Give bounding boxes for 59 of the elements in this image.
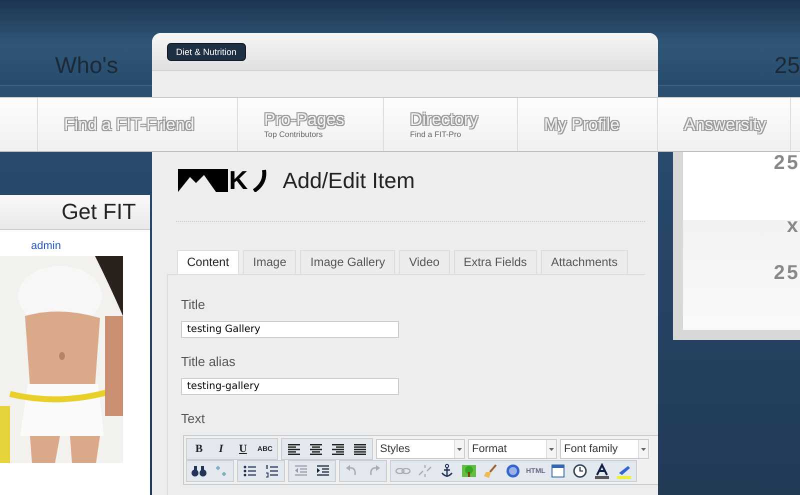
dropdown-label: Font family: [564, 443, 618, 455]
tab[interactable]: Attachments: [540, 250, 628, 274]
nav-subtitle: Find a FIT-Pro: [410, 130, 462, 139]
field-label: Title alias: [181, 354, 236, 369]
stat-value: x: [786, 215, 800, 239]
caret-icon: [454, 440, 464, 458]
anchor-icon: [439, 463, 455, 479]
input-field[interactable]: testing-gallery: [181, 378, 399, 395]
field-label: Title: [181, 297, 206, 312]
dropdown-label: Format: [472, 443, 507, 455]
broom-icon: [483, 463, 499, 479]
dropdown[interactable]: Font family: [560, 439, 649, 459]
numbered-list-icon: [264, 463, 280, 479]
bullet-list-icon: [242, 463, 258, 479]
calendar-icon: [550, 463, 566, 479]
dropdown-label: Styles: [380, 443, 410, 455]
nav-subtitle: Top Contributors: [264, 130, 324, 139]
category-badge: Diet & Nutrition: [167, 43, 246, 61]
field-label: Text: [181, 411, 206, 426]
stat-value: 25: [774, 152, 800, 176]
page-title: Add/Edit Item: [282, 168, 415, 194]
tab[interactable]: Video: [399, 250, 450, 274]
caret-icon: [638, 440, 648, 458]
nav-item[interactable]: Pro-Pages Top Contributors: [238, 98, 384, 151]
tab[interactable]: Content: [177, 250, 240, 274]
stat-value: 25: [774, 262, 800, 286]
highlight-icon: [616, 463, 632, 479]
justify-icon: [352, 442, 368, 456]
dropdown[interactable]: Format: [468, 439, 557, 459]
header-count: 25: [774, 52, 800, 78]
unlink-icon: [417, 463, 433, 479]
text-color-icon: [594, 463, 610, 479]
header-title: Who's: [55, 52, 118, 78]
nav-label: Directory: [410, 110, 480, 130]
nav-label: My Profile: [544, 114, 621, 134]
dropdown[interactable]: Styles: [376, 439, 465, 459]
binoculars-icon: [191, 463, 207, 479]
caret-icon: [546, 440, 556, 458]
align-left-icon: [286, 442, 302, 456]
input-field[interactable]: testing Gallery: [181, 321, 399, 338]
tab[interactable]: Image Gallery: [300, 250, 396, 274]
mountain-icon: [178, 169, 228, 192]
format-button[interactable]: B: [188, 440, 210, 458]
align-right-icon: [330, 442, 346, 456]
clock-icon: [572, 463, 588, 479]
author-link[interactable]: admin: [31, 240, 61, 252]
nav-label: Pro-Pages: [264, 110, 346, 130]
nav-item[interactable]: Directory Find a FIT-Pro: [384, 98, 518, 151]
curve-icon: [252, 169, 267, 192]
format-button[interactable]: U: [232, 440, 254, 458]
sidebar-title: Get FIT: [0, 195, 150, 230]
image-icon: [461, 463, 477, 479]
nav-label: Answersity: [684, 114, 768, 134]
tab[interactable]: Extra Fields: [454, 250, 537, 274]
nav-label: Find a FIT-Friend: [64, 114, 196, 134]
format-button[interactable]: I: [210, 440, 232, 458]
tab[interactable]: Image: [243, 250, 296, 274]
align-center-icon: [308, 442, 324, 456]
logo: K: [178, 169, 267, 192]
